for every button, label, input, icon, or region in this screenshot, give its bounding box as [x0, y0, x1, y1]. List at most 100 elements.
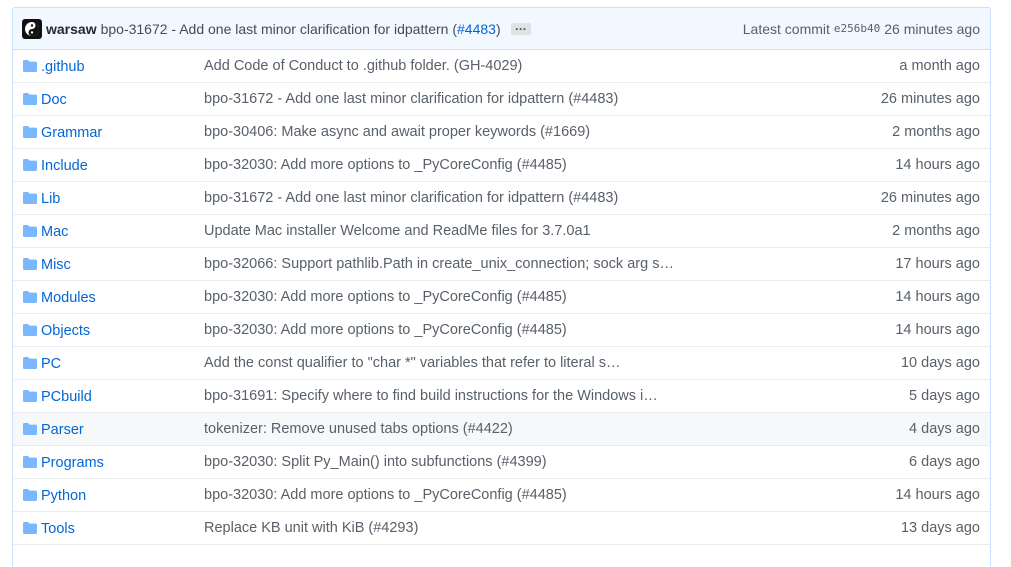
folder-icon	[13, 258, 41, 270]
folder-icon	[13, 390, 41, 402]
commit-message-text[interactable]: bpo-31672 - Add one last minor clarifica…	[101, 21, 457, 37]
file-name-link[interactable]: .github	[41, 59, 85, 75]
file-commit-age: a month ago	[899, 58, 980, 74]
file-name-cell: Include	[41, 157, 204, 174]
avatar[interactable]	[22, 18, 42, 39]
file-row-pcbuild[interactable]: PCbuild bpo-31691: Specify where to find…	[13, 380, 990, 413]
file-name-link[interactable]: Doc	[41, 92, 67, 108]
file-row-github[interactable]: .github Add Code of Conduct to .github f…	[13, 50, 990, 83]
file-row-programs[interactable]: Programs bpo-32030: Split Py_Main() into…	[13, 446, 990, 479]
file-commit-message[interactable]: bpo-31672 - Add one last minor clarifica…	[204, 91, 790, 107]
file-commit-age: 26 minutes ago	[880, 91, 980, 107]
file-name-link[interactable]: Programs	[41, 455, 104, 471]
file-row-mac[interactable]: Mac Update Mac installer Welcome and Rea…	[13, 215, 990, 248]
file-name-cell: Grammar	[41, 124, 204, 141]
file-commit-age: 13 days ago	[900, 520, 980, 536]
commit-pr-link[interactable]: #4483	[457, 21, 496, 37]
folder-icon	[13, 225, 41, 237]
file-row-misc[interactable]: Misc bpo-32066: Support pathlib.Path in …	[13, 248, 990, 281]
file-commit-message[interactable]: bpo-32030: Add more options to _PyCoreCo…	[204, 289, 790, 305]
file-name-link[interactable]: Grammar	[41, 125, 102, 141]
expand-commit-button[interactable]: …	[510, 20, 531, 35]
folder-icon	[13, 357, 41, 369]
folder-icon	[13, 489, 41, 501]
file-commit-age: 4 days ago	[909, 421, 980, 437]
file-name-link[interactable]: Tools	[41, 521, 75, 537]
file-name-link[interactable]: Python	[41, 488, 86, 504]
file-commit-age: 5 days ago	[909, 388, 980, 404]
folder-icon	[13, 159, 41, 171]
file-name-cell: Modules	[41, 289, 204, 306]
file-commit-age: 14 hours ago	[895, 289, 980, 305]
file-commit-age: 10 days ago	[900, 355, 980, 371]
folder-icon	[13, 324, 41, 336]
file-name-cell: PCbuild	[41, 388, 204, 405]
folder-icon	[13, 522, 41, 534]
file-row-include[interactable]: Include bpo-32030: Add more options to _…	[13, 149, 990, 182]
file-name-cell: Programs	[41, 454, 204, 471]
file-row-tools[interactable]: Tools Replace KB unit with KiB (#4293) 1…	[13, 512, 990, 545]
commit-age: 26 minutes ago	[884, 20, 980, 37]
folder-icon	[13, 60, 41, 72]
file-commit-message[interactable]: bpo-31691: Specify where to find build i…	[204, 388, 790, 404]
file-row-modules[interactable]: Modules bpo-32030: Add more options to _…	[13, 281, 990, 314]
file-row-python[interactable]: Python bpo-32030: Add more options to _P…	[13, 479, 990, 512]
file-name-link[interactable]: PC	[41, 356, 61, 372]
file-name-cell: PC	[41, 355, 204, 372]
file-commit-age: 6 days ago	[909, 454, 980, 470]
latest-commit-label: Latest commit	[742, 20, 830, 37]
file-row-objects[interactable]: Objects bpo-32030: Add more options to _…	[13, 314, 990, 347]
file-commit-message[interactable]: bpo-31672 - Add one last minor clarifica…	[204, 190, 790, 206]
commit-sha-link[interactable]: e256b40	[834, 22, 880, 35]
file-commit-message[interactable]: bpo-30406: Make async and await proper k…	[204, 124, 790, 140]
file-navigation-table: warsaw bpo-31672 - Add one last minor cl…	[12, 7, 991, 567]
file-commit-age: 17 hours ago	[895, 256, 980, 272]
file-name-cell: Parser	[41, 421, 204, 438]
commit-message-end: )	[495, 20, 501, 37]
file-commit-age: 14 hours ago	[895, 322, 980, 338]
file-commit-message[interactable]: bpo-32030: Add more options to _PyCoreCo…	[204, 487, 790, 503]
file-name-cell: .github	[41, 58, 204, 75]
file-commit-message[interactable]: bpo-32066: Support pathlib.Path in creat…	[204, 256, 790, 272]
commit-message[interactable]: bpo-31672 - Add one last minor clarifica…	[101, 21, 501, 37]
file-name-link[interactable]: Misc	[41, 257, 71, 273]
folder-icon	[13, 423, 41, 435]
file-row-lib[interactable]: Lib bpo-31672 - Add one last minor clari…	[13, 182, 990, 215]
file-name-link[interactable]: PCbuild	[41, 389, 92, 405]
file-commit-age: 14 hours ago	[895, 487, 980, 503]
file-name-link[interactable]: Objects	[41, 323, 90, 339]
file-commit-message[interactable]: bpo-32030: Split Py_Main() into subfunct…	[204, 454, 790, 470]
folder-icon	[13, 291, 41, 303]
file-commit-message[interactable]: bpo-32030: Add more options to _PyCoreCo…	[204, 157, 790, 173]
file-name-cell: Lib	[41, 190, 204, 207]
file-name-cell: Tools	[41, 520, 204, 537]
file-row-pc[interactable]: PC Add the const qualifier to "char *" v…	[13, 347, 990, 380]
folder-icon	[13, 192, 41, 204]
file-row-parser[interactable]: Parser tokenizer: Remove unused tabs opt…	[13, 413, 990, 446]
file-commit-age: 2 months ago	[892, 124, 980, 140]
file-row-grammar[interactable]: Grammar bpo-30406: Make async and await …	[13, 116, 990, 149]
file-name-cell: Mac	[41, 223, 204, 240]
folder-icon	[13, 456, 41, 468]
file-name-cell: Misc	[41, 256, 204, 273]
commit-author-link[interactable]: warsaw	[46, 21, 97, 37]
file-name-cell: Objects	[41, 322, 204, 339]
latest-commit-bar: warsaw bpo-31672 - Add one last minor cl…	[13, 8, 990, 50]
file-commit-age: 26 minutes ago	[880, 190, 980, 206]
file-row-doc[interactable]: Doc bpo-31672 - Add one last minor clari…	[13, 83, 990, 116]
file-commit-message[interactable]: tokenizer: Remove unused tabs options (#…	[204, 421, 790, 437]
file-commit-message[interactable]: Add the const qualifier to "char *" vari…	[204, 355, 790, 371]
file-name-link[interactable]: Parser	[41, 422, 84, 438]
file-commit-message[interactable]: Replace KB unit with KiB (#4293)	[204, 520, 790, 536]
file-name-link[interactable]: Include	[41, 158, 88, 174]
folder-icon	[13, 126, 41, 138]
file-commit-message[interactable]: bpo-32030: Add more options to _PyCoreCo…	[204, 322, 790, 338]
file-commit-message[interactable]: Add Code of Conduct to .github folder. (…	[204, 58, 790, 74]
file-commit-age: 2 months ago	[892, 223, 980, 239]
file-name-link[interactable]: Mac	[41, 224, 68, 240]
file-commit-message[interactable]: Update Mac installer Welcome and ReadMe …	[204, 223, 790, 239]
file-commit-age: 14 hours ago	[895, 157, 980, 173]
file-name-link[interactable]: Modules	[41, 290, 96, 306]
file-name-link[interactable]: Lib	[41, 191, 60, 207]
folder-icon	[13, 93, 41, 105]
